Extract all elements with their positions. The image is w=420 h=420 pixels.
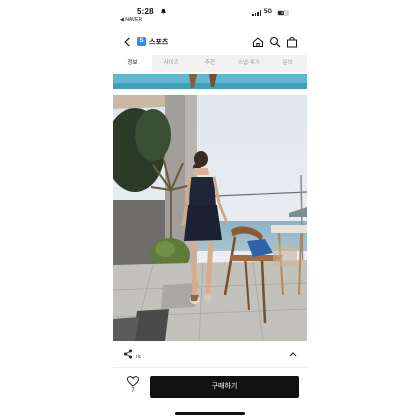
divider [113, 367, 307, 368]
search-icon[interactable] [269, 36, 281, 48]
share-label: ric [136, 354, 142, 360]
product-photo [113, 95, 307, 341]
heart-icon [127, 376, 139, 387]
share-icon[interactable] [123, 349, 133, 359]
brand-name[interactable]: 스포츠 [149, 37, 168, 47]
notification-icon [161, 8, 166, 15]
tab-info[interactable]: 정보 [113, 55, 152, 72]
nav-bar: S 스포츠 [113, 32, 307, 52]
bag-icon[interactable] [286, 36, 298, 48]
tab-qna[interactable]: 문의 [268, 55, 307, 72]
chevron-up-icon[interactable] [288, 350, 298, 358]
network-label: 5G [264, 9, 273, 15]
brand-logo[interactable]: S [137, 37, 146, 46]
like-count: 7 [131, 388, 135, 394]
battery-level: 43 [280, 10, 286, 15]
tab-recommend[interactable]: 추천 [191, 55, 230, 72]
carrier-label: ◀ NAVER [120, 17, 143, 23]
status-time: 5:28 [137, 7, 154, 16]
buy-button[interactable]: 구매하기 [150, 376, 299, 398]
signal-icon [252, 10, 262, 16]
phone-screen: 5:28 ◀ NAVER 5G 43 S 스포츠 정보 사이즈 추천 스냅·후기… [113, 0, 307, 420]
tab-reviews[interactable]: 스냅·후기 [229, 55, 268, 72]
battery-icon: 43 [277, 10, 289, 16]
previous-photo-strip [113, 74, 307, 89]
home-indicator [175, 412, 245, 415]
like-button[interactable]: 7 [125, 376, 141, 398]
back-chevron-icon[interactable] [122, 36, 133, 48]
home-icon[interactable] [252, 36, 264, 48]
share-row: ric [113, 346, 307, 364]
detail-tabs: 정보 사이즈 추천 스냅·후기 문의 [113, 55, 307, 72]
tab-size[interactable]: 사이즈 [152, 55, 191, 72]
status-bar: 5:28 ◀ NAVER 5G 43 [113, 0, 307, 28]
